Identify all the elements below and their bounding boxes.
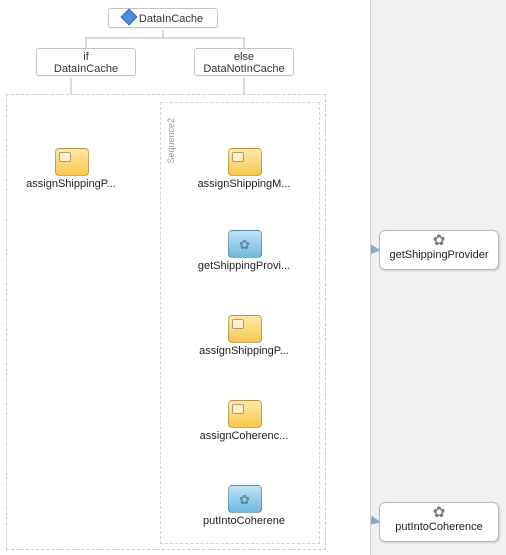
sequence-label: Sequence2 bbox=[166, 118, 176, 164]
partner-putIntoCoherence[interactable]: ✿ putIntoCoherence bbox=[379, 502, 499, 542]
assign-icon bbox=[59, 152, 71, 162]
gear-icon: ✿ bbox=[380, 505, 498, 520]
diagram-canvas: DataInCache if DataInCache else DataNotI… bbox=[0, 0, 371, 555]
branch-else-keyword: else bbox=[199, 51, 289, 63]
branch-if[interactable]: if DataInCache bbox=[36, 48, 136, 76]
decision-node[interactable]: DataInCache bbox=[108, 8, 218, 28]
partner-label: putIntoCoherence bbox=[380, 521, 498, 533]
gear-icon: ✿ bbox=[380, 233, 498, 248]
branch-if-condition: DataInCache bbox=[41, 63, 131, 75]
activity-assign-right-3-label: assignCoherenc... bbox=[194, 430, 294, 442]
partner-label: getShippingProvider bbox=[380, 249, 498, 261]
activity-invoke-2-label: putIntoCoherene bbox=[194, 515, 294, 527]
activity-assign-right-1-label: assignShippingM... bbox=[194, 178, 294, 190]
activity-assign-left-1[interactable] bbox=[55, 148, 89, 176]
partner-panel: ✿ getShippingProvider ✿ putIntoCoherence bbox=[371, 0, 506, 555]
partner-getShippingProvider[interactable]: ✿ getShippingProvider bbox=[379, 230, 499, 270]
activity-invoke-1-label: getShippingProvi... bbox=[194, 260, 294, 272]
branch-else-condition: DataNotInCache bbox=[199, 63, 289, 75]
gear-icon: ✿ bbox=[239, 238, 250, 251]
branch-else[interactable]: else DataNotInCache bbox=[194, 48, 294, 76]
activity-assign-right-1[interactable] bbox=[228, 148, 262, 176]
activity-assign-right-3[interactable] bbox=[228, 400, 262, 428]
activity-assign-left-1-label: assignShippingP... bbox=[21, 178, 121, 190]
activity-invoke-1[interactable]: ✿ bbox=[228, 230, 262, 258]
partner-connectors bbox=[371, 0, 506, 555]
decision-label: DataInCache bbox=[139, 13, 203, 25]
decision-icon bbox=[120, 9, 137, 26]
activity-invoke-2[interactable]: ✿ bbox=[228, 485, 262, 513]
activity-assign-right-2-label: assignShippingP... bbox=[194, 345, 294, 357]
branch-if-keyword: if bbox=[41, 51, 131, 63]
assign-icon bbox=[232, 319, 244, 329]
assign-icon bbox=[232, 152, 244, 162]
assign-icon bbox=[232, 404, 244, 414]
activity-assign-right-2[interactable] bbox=[228, 315, 262, 343]
gear-icon: ✿ bbox=[239, 493, 250, 506]
